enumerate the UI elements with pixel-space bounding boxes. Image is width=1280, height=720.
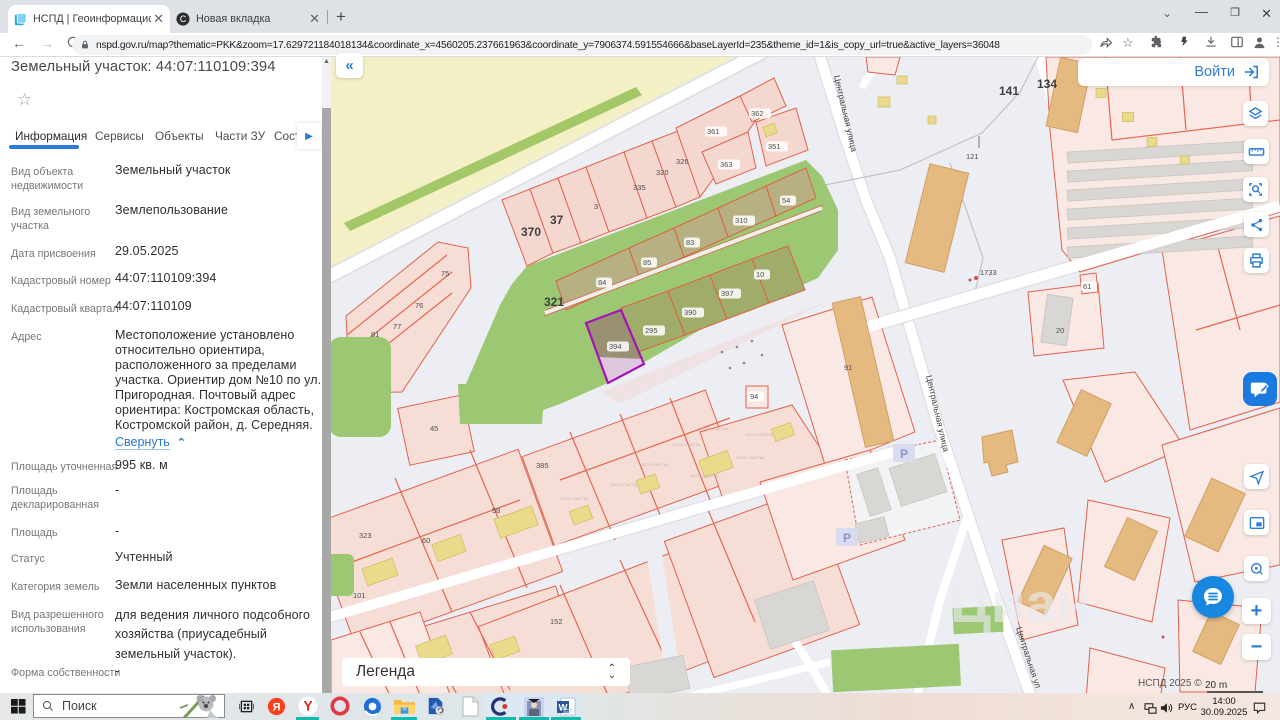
svg-text:351: 351 — [768, 142, 781, 151]
svg-text:37: 37 — [550, 213, 564, 227]
svg-text:75: 75 — [441, 269, 449, 278]
svg-text:335: 335 — [633, 183, 646, 192]
svg-text:ЧАСТЬ УЧАСТКА: ЧАСТЬ УЧАСТКА — [700, 427, 729, 431]
svg-text:Я: Я — [272, 701, 280, 713]
svg-text:101: 101 — [353, 591, 366, 600]
svg-text:83: 83 — [686, 238, 694, 247]
svg-text:394: 394 — [609, 342, 622, 351]
svg-text:397: 397 — [721, 289, 734, 298]
svg-text:81: 81 — [371, 330, 379, 339]
svg-text:91: 91 — [844, 363, 852, 372]
svg-text:134: 134 — [1037, 77, 1057, 91]
svg-text:362: 362 — [751, 109, 764, 118]
svg-text:ЧАСТЬ УЧАСТКА: ЧАСТЬ УЧАСТКА — [745, 433, 774, 437]
svg-text:326: 326 — [676, 157, 689, 166]
svg-text:363: 363 — [720, 160, 733, 169]
svg-text:54: 54 — [782, 196, 790, 205]
svg-text:385: 385 — [536, 461, 549, 470]
svg-text:121: 121 — [966, 152, 979, 161]
svg-text:361: 361 — [707, 127, 720, 136]
svg-text:323: 323 — [359, 531, 372, 540]
svg-text:P: P — [900, 447, 908, 461]
svg-text:45: 45 — [430, 424, 438, 433]
svg-text:320: 320 — [656, 168, 669, 177]
svg-text:ЧАСТЬ УЧАСТКА: ЧАСТЬ УЧАСТКА — [560, 497, 589, 501]
svg-text:61: 61 — [1083, 282, 1091, 291]
svg-text:ЧАСТЬ УЧАСТКА: ЧАСТЬ УЧАСТКА — [640, 463, 669, 467]
svg-text:ЧАСТЬ УЧАСТКА: ЧАСТЬ УЧАСТКА — [690, 474, 719, 478]
svg-text:141: 141 — [999, 84, 1019, 98]
svg-text:85: 85 — [643, 258, 651, 267]
svg-text:152: 152 — [550, 617, 563, 626]
svg-text:ЧАСТЬ УЧАСТКА: ЧАСТЬ УЧАСТКА — [736, 456, 765, 460]
svg-text:58: 58 — [492, 506, 500, 515]
svg-text:1733: 1733 — [980, 268, 997, 277]
svg-text:295: 295 — [645, 326, 658, 335]
svg-text:310: 310 — [735, 216, 748, 225]
svg-text:76: 76 — [415, 301, 423, 310]
svg-text:321: 321 — [544, 295, 564, 309]
svg-text:60: 60 — [422, 536, 430, 545]
svg-text:ЧАСТЬ УЧАСТКА: ЧАСТЬ УЧАСТКА — [610, 483, 639, 487]
svg-text:94: 94 — [750, 392, 758, 401]
svg-text:C: C — [180, 14, 186, 24]
svg-text:Y: Y — [303, 699, 312, 714]
svg-text:77: 77 — [393, 322, 401, 331]
svg-text:Циан: Циан — [950, 571, 1090, 634]
svg-text:84: 84 — [598, 278, 606, 287]
svg-text:20: 20 — [1056, 326, 1064, 335]
svg-text:370: 370 — [521, 225, 541, 239]
svg-text:ЧАСТЬ УЧАСТКА: ЧАСТЬ УЧАСТКА — [672, 443, 701, 447]
svg-text:390: 390 — [684, 308, 697, 317]
svg-text:P: P — [843, 531, 851, 545]
svg-text:10: 10 — [756, 270, 764, 279]
svg-text:3: 3 — [594, 202, 598, 211]
